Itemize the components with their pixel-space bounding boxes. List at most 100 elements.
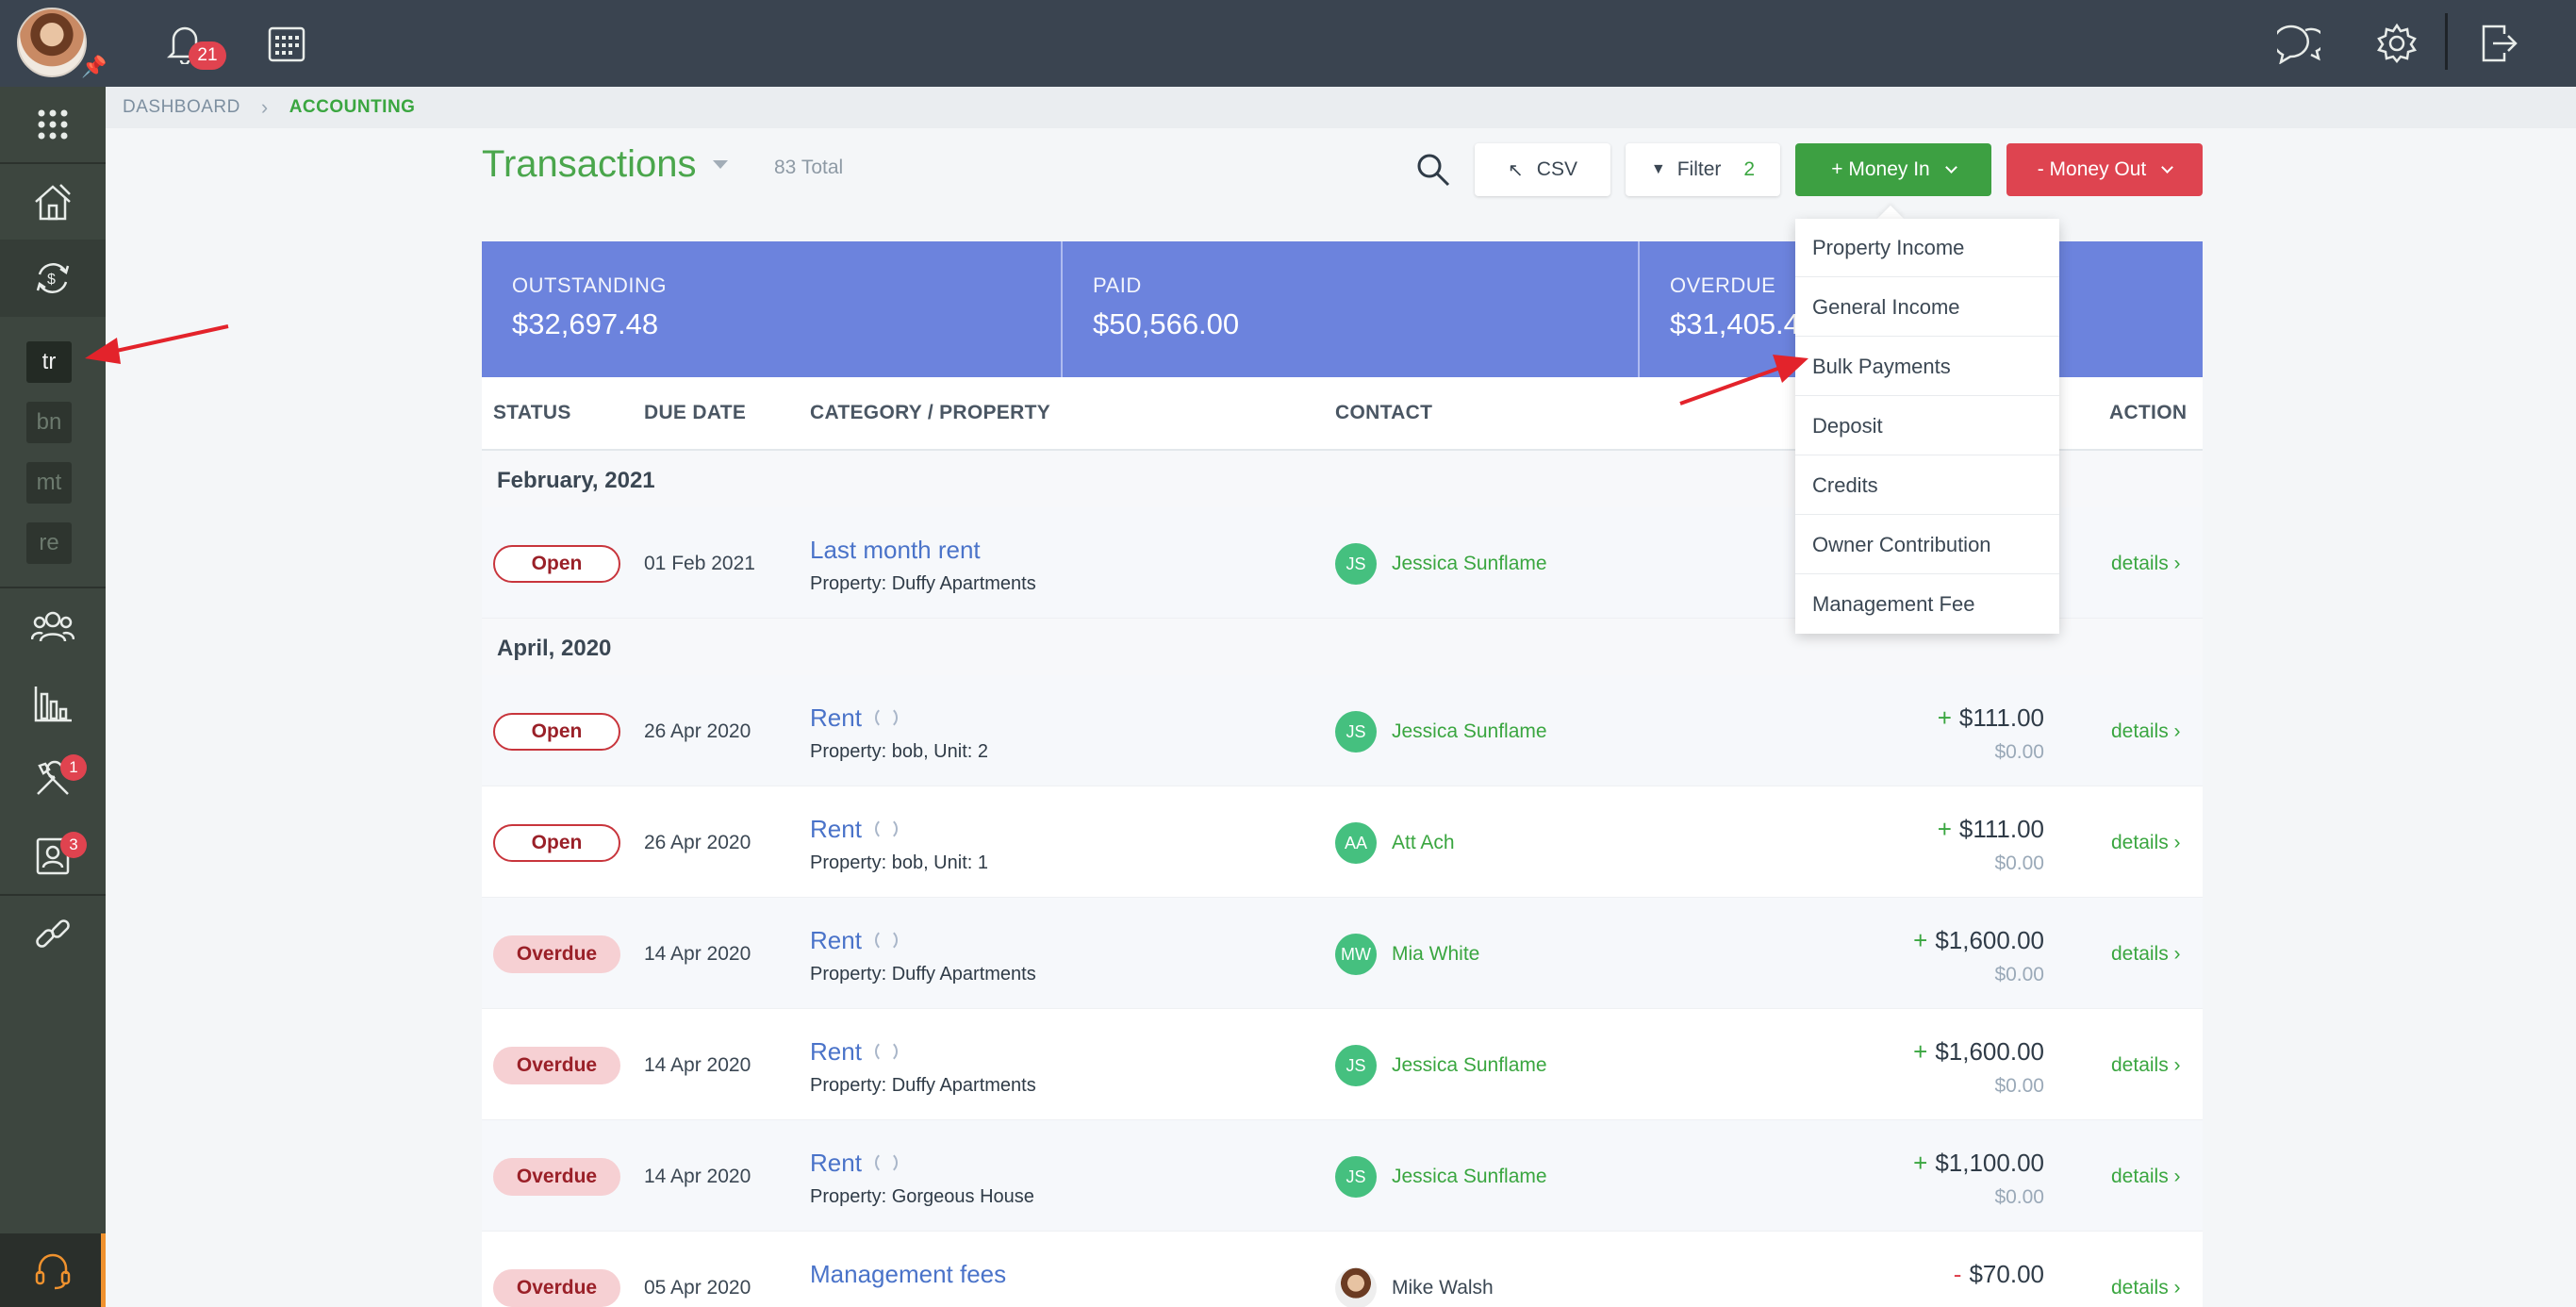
table-row[interactable]: Overdue 14 Apr 2020 Rent Property: Duffy… bbox=[482, 1009, 2203, 1120]
chat-icon[interactable] bbox=[2272, 17, 2325, 70]
pin-icon[interactable]: 📌 bbox=[81, 55, 107, 79]
status-badge: Overdue bbox=[493, 1269, 620, 1307]
sidebar-sub-bn[interactable]: bn bbox=[26, 402, 72, 443]
contact-link[interactable]: Jessica Sunflame bbox=[1392, 553, 1547, 575]
details-link[interactable]: details › bbox=[2111, 553, 2181, 575]
recurring-icon bbox=[874, 929, 898, 951]
properties-icon[interactable] bbox=[25, 174, 81, 230]
contact-link[interactable]: Jessica Sunflame bbox=[1392, 1054, 1547, 1077]
amount: + $1,100.00 bbox=[1913, 1149, 2044, 1177]
category-link[interactable]: Rent bbox=[810, 926, 898, 955]
details-link[interactable]: details › bbox=[2111, 832, 2181, 854]
amount: + $111.00 bbox=[1937, 703, 2044, 732]
property-text: Property: Duffy Apartments bbox=[810, 573, 1036, 594]
table-row[interactable]: Overdue 05 Apr 2020 Management fees Mike… bbox=[482, 1232, 2203, 1307]
summary-paid[interactable]: PAID $50,566.00 bbox=[1063, 241, 1638, 377]
amount: - $70.00 bbox=[1953, 1260, 2044, 1288]
table-row[interactable]: Open 26 Apr 2020 Rent Property: bob, Uni… bbox=[482, 675, 2203, 786]
money-out-label: - Money Out bbox=[2037, 158, 2147, 180]
details-link[interactable]: details › bbox=[2111, 943, 2181, 966]
category-link[interactable]: Rent bbox=[810, 1149, 898, 1178]
menu-item-deposit[interactable]: Deposit bbox=[1795, 397, 2059, 455]
menu-item-management-fee[interactable]: Management Fee bbox=[1795, 575, 2059, 634]
due-date: 26 Apr 2020 bbox=[644, 832, 751, 853]
header-action: ACTION bbox=[2109, 402, 2188, 423]
link-icon[interactable] bbox=[25, 905, 81, 962]
support-button[interactable] bbox=[0, 1233, 106, 1307]
menu-item-property-income[interactable]: Property Income bbox=[1795, 219, 2059, 277]
reports-icon[interactable] bbox=[25, 675, 81, 732]
contact-link[interactable]: Att Ach bbox=[1392, 832, 1455, 854]
paid-amount: $0.00 bbox=[1994, 1075, 2044, 1097]
chevron-down-icon bbox=[1944, 160, 1957, 174]
contact-avatar: JS bbox=[1335, 1045, 1377, 1086]
details-link[interactable]: details › bbox=[2111, 720, 2181, 743]
calendar-icon[interactable] bbox=[260, 17, 313, 70]
gear-icon[interactable] bbox=[2370, 17, 2423, 70]
category-link[interactable]: Management fees bbox=[810, 1260, 1006, 1289]
category-link[interactable]: Last month rent bbox=[810, 536, 981, 565]
header-divider bbox=[2445, 13, 2448, 70]
table-row[interactable]: Overdue 14 Apr 2020 Rent Property: Duffy… bbox=[482, 898, 2203, 1009]
summary-outstanding[interactable]: OUTSTANDING $32,697.48 bbox=[482, 241, 1061, 377]
details-link[interactable]: details › bbox=[2111, 1166, 2181, 1188]
headset-icon bbox=[25, 1242, 81, 1299]
category-link[interactable]: Rent bbox=[810, 1037, 898, 1067]
details-link[interactable]: details › bbox=[2111, 1054, 2181, 1077]
header-contact[interactable]: CONTACT bbox=[1335, 402, 1432, 424]
avatar[interactable] bbox=[17, 8, 87, 77]
menu-item-credits[interactable]: Credits bbox=[1795, 456, 2059, 515]
breadcrumb-accounting[interactable]: ACCOUNTING bbox=[289, 97, 416, 118]
filter-button[interactable]: ▼ Filter 2 bbox=[1626, 143, 1780, 196]
details-link[interactable]: details › bbox=[2111, 1277, 2181, 1299]
table-row[interactable]: Overdue 14 Apr 2020 Rent Property: Gorge… bbox=[482, 1120, 2203, 1232]
contact-link[interactable]: Mike Walsh bbox=[1392, 1277, 1494, 1299]
menu-item-bulk-payments[interactable]: Bulk Payments bbox=[1795, 338, 2059, 396]
menu-item-general-income[interactable]: General Income bbox=[1795, 278, 2059, 337]
title-caret-icon[interactable] bbox=[713, 160, 728, 169]
category-link[interactable]: Rent bbox=[810, 703, 898, 733]
contact-link[interactable]: Jessica Sunflame bbox=[1392, 1166, 1547, 1188]
table-row[interactable]: Open 26 Apr 2020 Rent Property: bob, Uni… bbox=[482, 786, 2203, 898]
sidebar-sub-mt[interactable]: mt bbox=[26, 462, 72, 504]
breadcrumb-dashboard[interactable]: DASHBOARD bbox=[123, 97, 240, 118]
menu-item-owner-contribution[interactable]: Owner Contribution bbox=[1795, 516, 2059, 574]
apps-grid-icon[interactable] bbox=[25, 96, 81, 153]
recurring-icon bbox=[874, 818, 898, 840]
contact-avatar: MW bbox=[1335, 934, 1377, 975]
property-text: Property: Gorgeous House bbox=[810, 1186, 1034, 1207]
header-category[interactable]: CATEGORY / PROPERTY bbox=[810, 402, 1050, 424]
amount: + $1,600.00 bbox=[1913, 926, 2044, 954]
logout-icon[interactable] bbox=[2472, 17, 2525, 70]
svg-text:$: $ bbox=[47, 272, 56, 288]
money-in-button[interactable]: + Money In bbox=[1795, 143, 1991, 196]
property-text: Property: bob, Unit: 2 bbox=[810, 741, 988, 762]
filter-icon: ▼ bbox=[1650, 161, 1666, 177]
people-icon[interactable] bbox=[25, 598, 81, 654]
status-badge: Open bbox=[493, 713, 620, 751]
total-count: 83 Total bbox=[774, 157, 844, 178]
csv-button[interactable]: ↖ CSV bbox=[1475, 143, 1610, 196]
due-date: 14 Apr 2020 bbox=[644, 1054, 751, 1076]
contact-avatar: JS bbox=[1335, 711, 1377, 753]
contact-link[interactable]: Mia White bbox=[1392, 943, 1479, 966]
breadcrumb-chevron-icon: › bbox=[260, 95, 269, 119]
filter-count: 2 bbox=[1743, 158, 1756, 180]
status-badge: Overdue bbox=[493, 1047, 620, 1084]
sidebar-item-accounting[interactable]: $ bbox=[0, 240, 106, 317]
tools-badge: 1 bbox=[60, 754, 87, 781]
export-arrow-icon: ↖ bbox=[1508, 159, 1524, 181]
amount: + $111.00 bbox=[1937, 815, 2044, 843]
sidebar: 📌 $ tr bn mt re 1 3 bbox=[0, 0, 107, 1307]
header-due-date[interactable]: DUE DATE bbox=[644, 402, 746, 424]
money-out-button[interactable]: - Money Out bbox=[2006, 143, 2203, 196]
category-link[interactable]: Rent bbox=[810, 815, 898, 844]
accounting-icon: $ bbox=[25, 250, 81, 306]
header-status[interactable]: STATUS bbox=[493, 402, 571, 424]
sidebar-sub-re[interactable]: re bbox=[26, 522, 72, 564]
sidebar-sub-tr[interactable]: tr bbox=[26, 341, 72, 383]
due-date: 14 Apr 2020 bbox=[644, 943, 751, 965]
contact-avatar: AA bbox=[1335, 822, 1377, 864]
search-icon[interactable] bbox=[1414, 151, 1452, 189]
contact-link[interactable]: Jessica Sunflame bbox=[1392, 720, 1547, 743]
